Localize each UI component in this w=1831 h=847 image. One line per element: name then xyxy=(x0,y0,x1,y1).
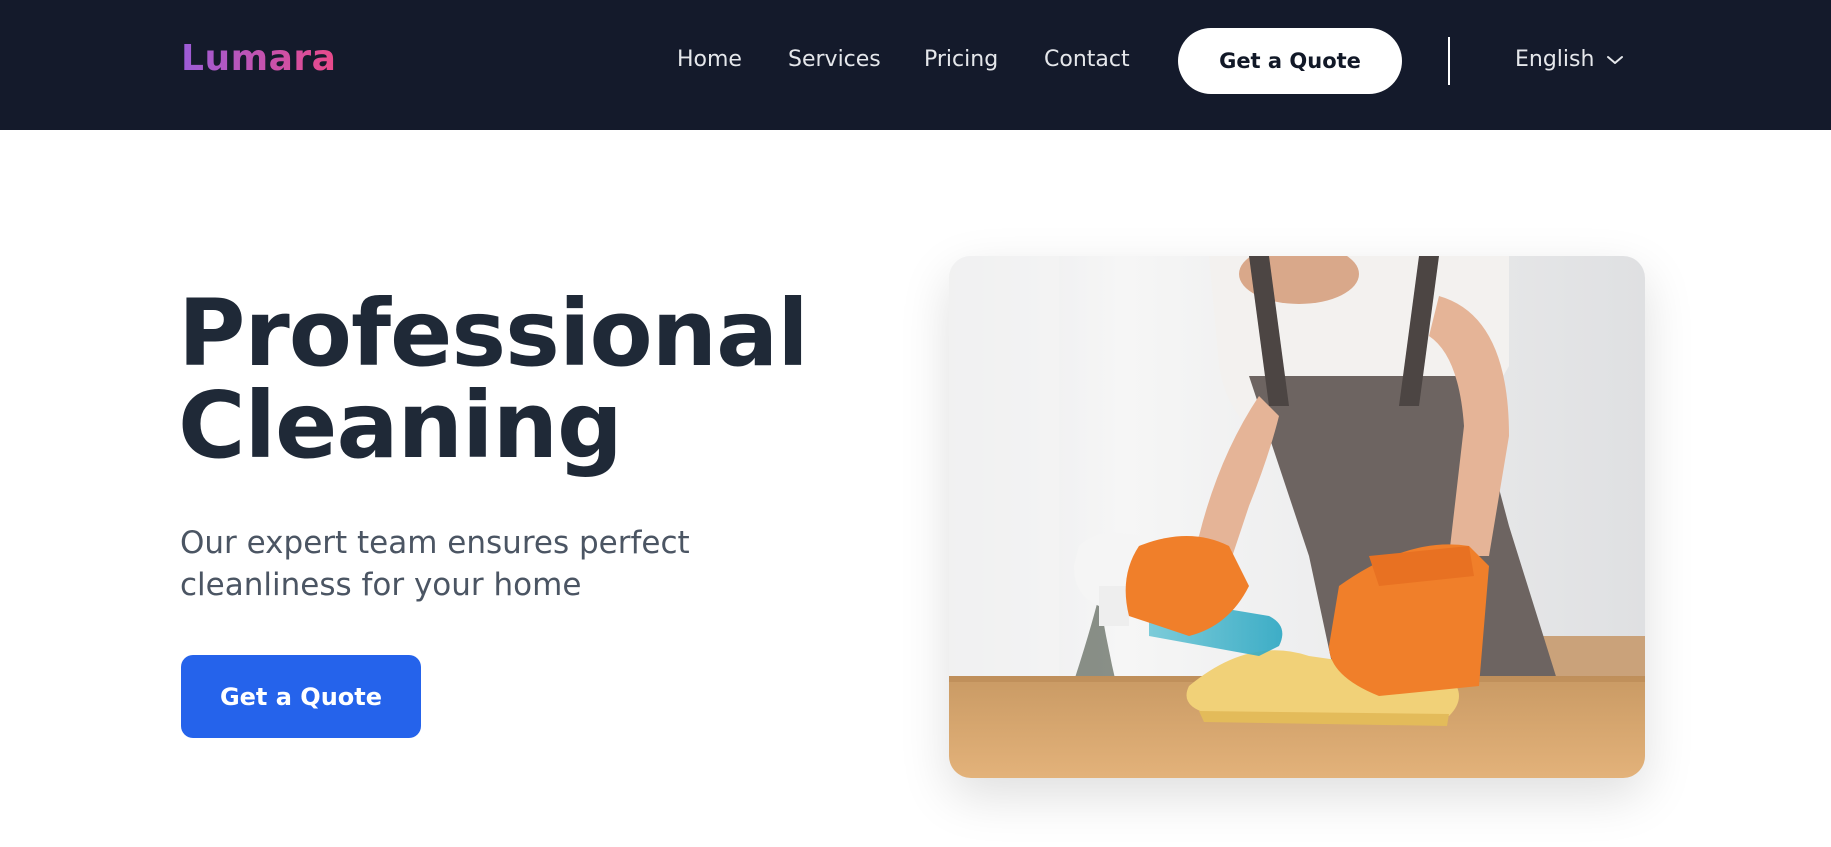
nav-link-contact[interactable]: Contact xyxy=(1044,47,1130,72)
brand-logo[interactable]: Lumara xyxy=(181,38,336,79)
nav-link-services[interactable]: Services xyxy=(788,47,881,72)
nav-link-pricing[interactable]: Pricing xyxy=(924,47,998,72)
nav-divider xyxy=(1448,37,1450,85)
hero-title-line-1: Professional xyxy=(178,280,809,387)
language-selector[interactable]: English xyxy=(1515,47,1624,72)
cleaning-illustration xyxy=(949,256,1645,778)
nav-quote-button[interactable]: Get a Quote xyxy=(1178,28,1402,94)
nav-link-home[interactable]: Home xyxy=(677,47,742,72)
hero-subtitle: Our expert team ensures perfect cleanlin… xyxy=(180,525,690,603)
hero-image xyxy=(949,256,1645,778)
hero-quote-button[interactable]: Get a Quote xyxy=(181,655,421,738)
hero-title: Professional Cleaning xyxy=(178,288,898,472)
language-label: English xyxy=(1515,47,1595,72)
navbar: Lumara Home Services Pricing Contact Get… xyxy=(0,0,1831,130)
chevron-down-icon xyxy=(1606,54,1624,66)
hero-title-line-2: Cleaning xyxy=(178,372,623,479)
